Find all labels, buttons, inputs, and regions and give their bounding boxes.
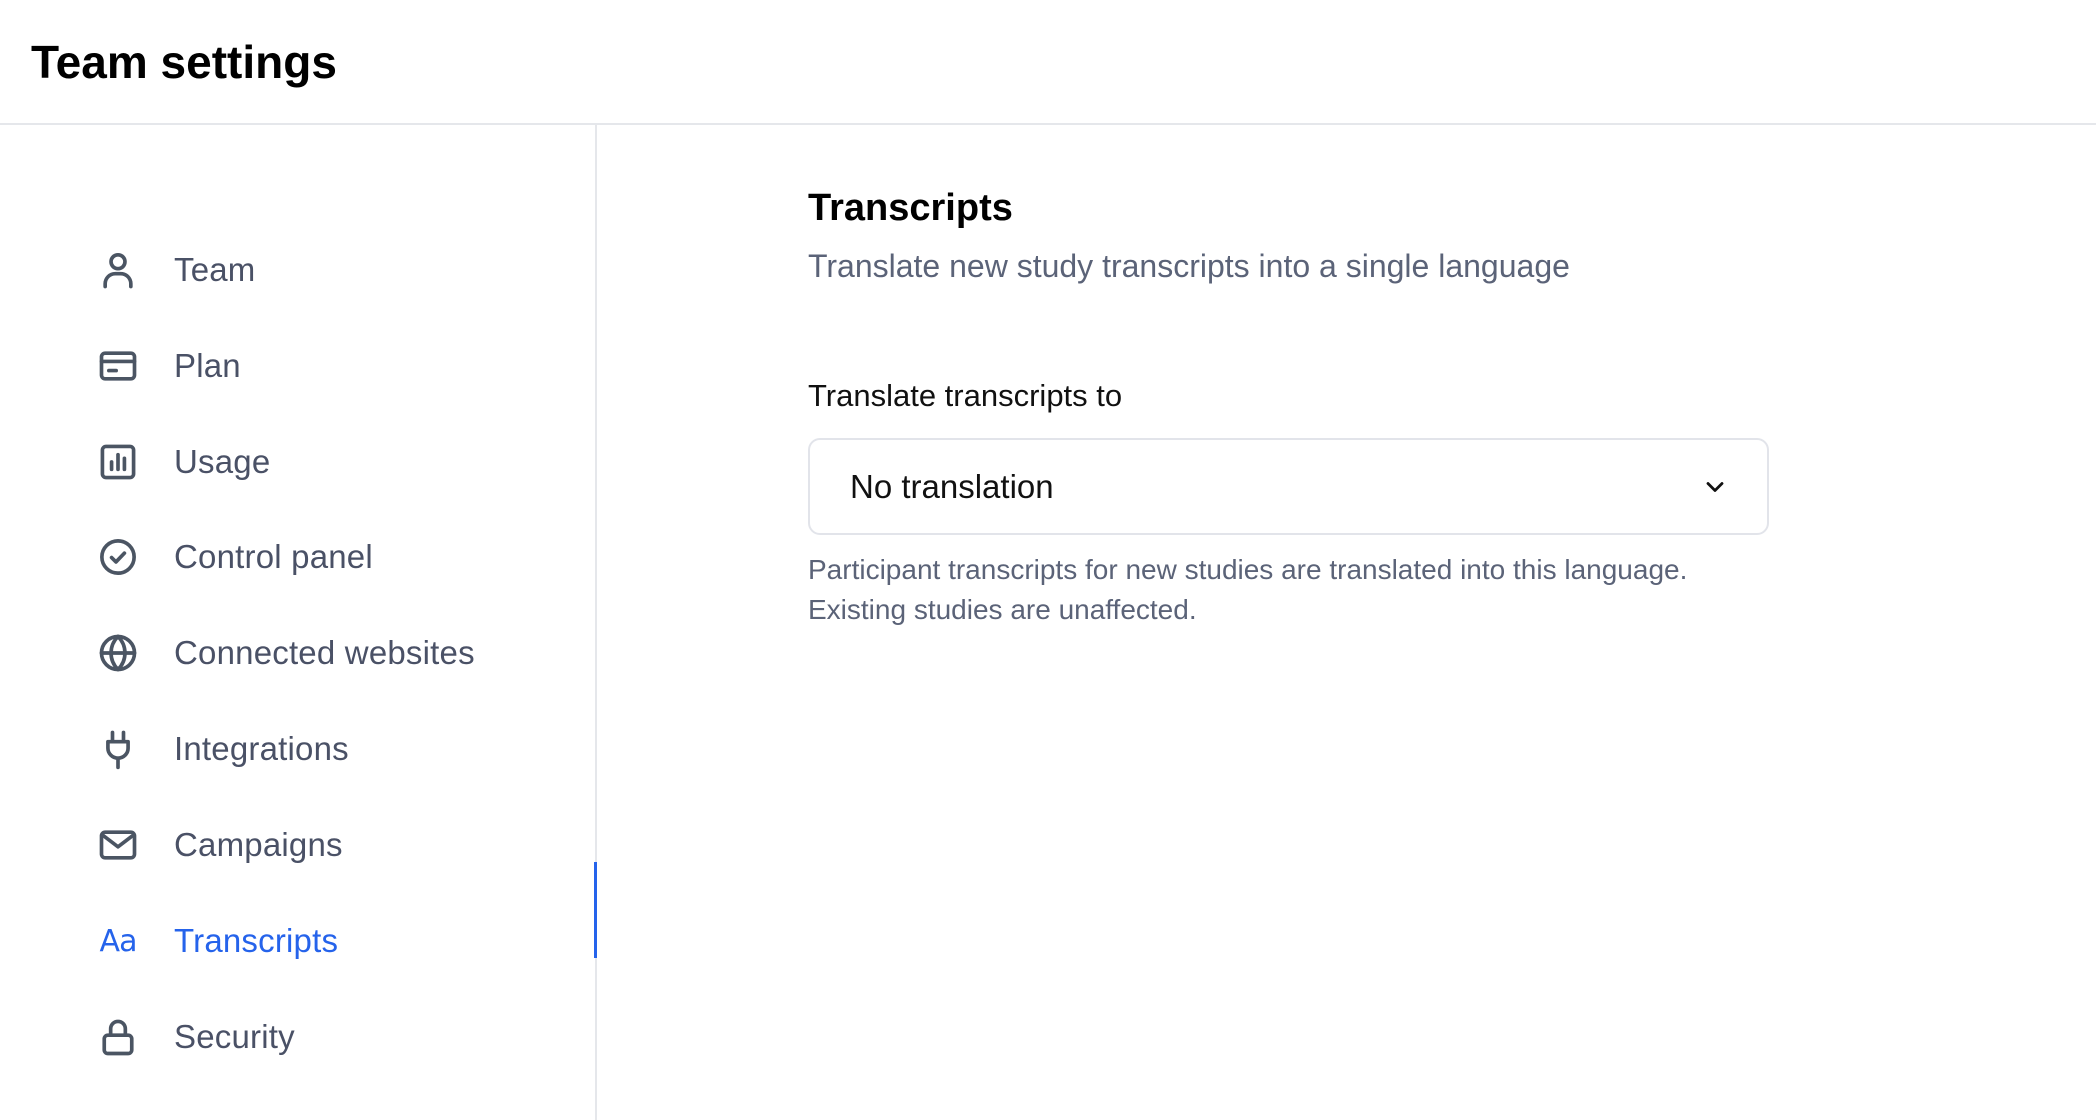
credit-card-icon: [96, 344, 140, 388]
sidebar-item-label: Usage: [174, 443, 271, 480]
sidebar-item-integrations[interactable]: Integrations: [96, 717, 576, 781]
help-text: Participant transcripts for new studies …: [808, 550, 1768, 630]
sidebar-item-campaigns[interactable]: Campaigns: [96, 813, 576, 877]
text-aa-icon: Aa: [99, 923, 138, 959]
sidebar-item-label: Control panel: [174, 538, 373, 575]
sidebar-item-label: Connected websites: [174, 634, 475, 671]
sidebar-item-connected-websites[interactable]: Connected websites: [96, 621, 576, 685]
sidebar-item-label: Transcripts: [174, 922, 339, 959]
sidebar-item-label: Security: [174, 1018, 295, 1055]
mail-icon: [96, 823, 140, 867]
chevron-down-icon: [1701, 473, 1729, 501]
settings-sidebar: Team Plan Usage Control panel Connected …: [0, 125, 597, 1120]
sidebar-item-team[interactable]: Team: [96, 238, 576, 302]
sidebar-item-label: Integrations: [174, 730, 349, 767]
sidebar-item-usage[interactable]: Usage: [96, 430, 576, 494]
page-header: Team settings: [0, 0, 2096, 125]
sidebar-item-label: Team: [174, 251, 256, 288]
sidebar-item-label: Plan: [174, 347, 241, 384]
check-circle-icon: [96, 535, 140, 579]
user-icon: [96, 248, 140, 292]
help-text-line: Participant transcripts for new studies …: [808, 554, 1688, 585]
help-text-line: Existing studies are unaffected.: [808, 594, 1197, 625]
sidebar-item-label: Campaigns: [174, 826, 343, 863]
section-title: Transcripts: [808, 187, 1013, 229]
section-subtitle: Translate new study transcripts into a s…: [808, 248, 1570, 284]
select-value: No translation: [850, 467, 1054, 505]
plug-icon: [96, 727, 140, 771]
sidebar-item-plan[interactable]: Plan: [96, 334, 576, 398]
sidebar-item-transcripts[interactable]: Aa Transcripts: [96, 909, 576, 973]
sidebar-item-control-panel[interactable]: Control panel: [96, 525, 576, 589]
lock-icon: [96, 1015, 140, 1059]
page-title: Team settings: [31, 36, 337, 88]
globe-icon: [96, 631, 140, 675]
bar-chart-icon: [96, 440, 140, 484]
translate-language-label: Translate transcripts to: [808, 378, 1123, 413]
active-nav-indicator: [594, 862, 597, 958]
translate-language-select[interactable]: No translation: [808, 438, 1769, 535]
sidebar-item-security[interactable]: Security: [96, 1005, 576, 1069]
